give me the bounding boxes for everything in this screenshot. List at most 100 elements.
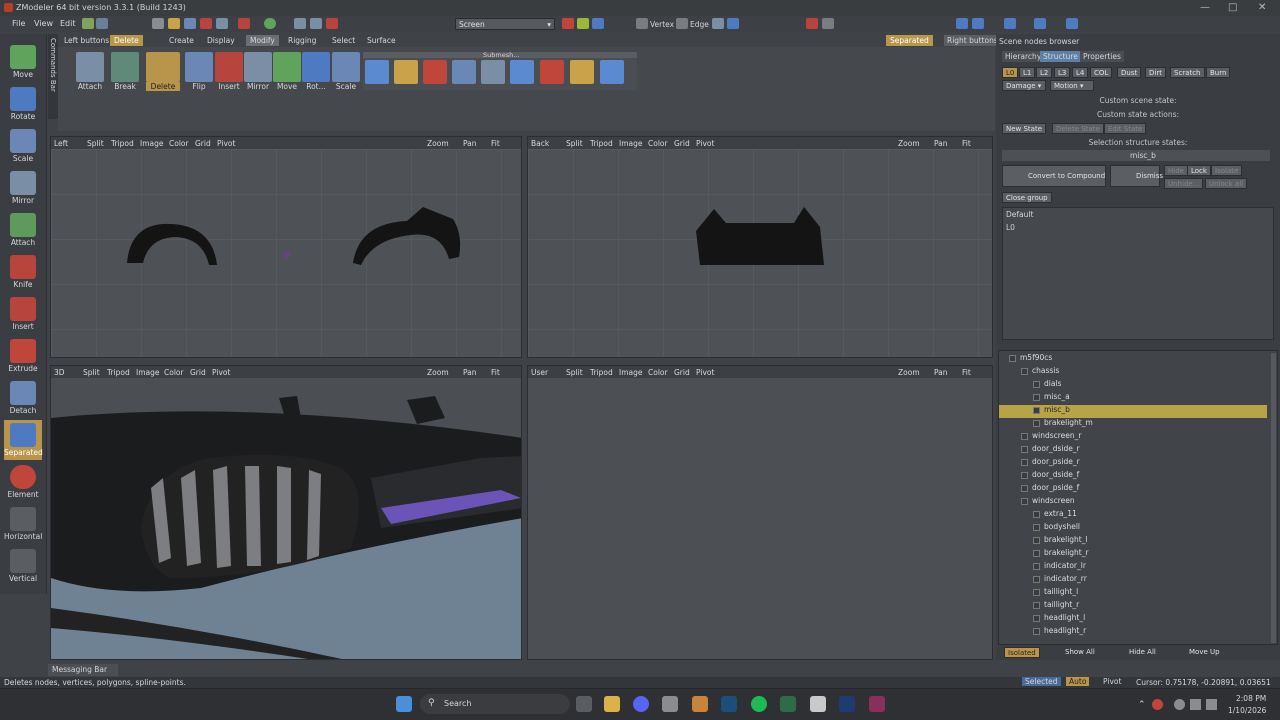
tab-display[interactable]: Display (207, 36, 235, 45)
tool-scale[interactable]: Scale (4, 126, 42, 166)
vp-fit[interactable]: Fit (962, 368, 971, 377)
battery-icon[interactable] (1206, 699, 1217, 710)
close-file-icon[interactable] (200, 18, 212, 29)
polygon-mode-icon[interactable] (712, 18, 724, 29)
export-icon[interactable] (238, 18, 250, 29)
task-view-icon[interactable] (576, 696, 592, 712)
pivot-indicator[interactable]: Pivot (1100, 677, 1124, 686)
vp-grid[interactable]: Grid (190, 368, 206, 377)
damage-dropdown[interactable]: Damage ▾ (1002, 80, 1046, 91)
auto-indicator[interactable]: Auto (1066, 677, 1090, 686)
tool-vertical[interactable]: Vertical (4, 546, 42, 586)
flip-button-label[interactable]: Flip (182, 82, 216, 91)
tab-create[interactable]: Create (169, 36, 194, 45)
menu-edit[interactable]: Edit (60, 19, 76, 28)
render-icon[interactable] (956, 18, 968, 29)
tool-mirror[interactable]: Mirror (4, 168, 42, 208)
tree-row[interactable]: door_pside_r (1021, 457, 1080, 470)
close-group-button[interactable]: Close group (1002, 192, 1052, 203)
viewport-back-title[interactable]: Back (531, 139, 549, 148)
messaging-bar[interactable]: Messaging Bar (48, 664, 118, 676)
vp-image[interactable]: Image (619, 368, 643, 377)
tab-modify[interactable]: Modify (246, 35, 279, 46)
convert-compound-button[interactable]: Convert to Compound (1002, 165, 1106, 187)
vp-tripod[interactable]: Tripod (590, 368, 613, 377)
tree-row[interactable]: bodyshell (1033, 522, 1080, 535)
expand-icon[interactable] (1033, 380, 1040, 388)
lock-button[interactable]: Lock (1187, 165, 1211, 176)
show-all-button[interactable]: Show All (1062, 647, 1098, 658)
tool-detach[interactable]: Detach (4, 378, 42, 418)
tree-row[interactable]: door_dside_r (1021, 444, 1080, 457)
app-icon-a[interactable] (692, 696, 708, 712)
state-list-item[interactable]: Default (1003, 208, 1273, 221)
tree-row-selected[interactable]: misc_b (999, 405, 1267, 418)
vp-zoom[interactable]: Zoom (898, 368, 920, 377)
state-l1[interactable]: L1 (1019, 67, 1036, 78)
tool-attach[interactable]: Attach (4, 210, 42, 250)
y-axis-icon[interactable] (577, 18, 589, 29)
tool-horizontal[interactable]: Horizontal (4, 504, 42, 544)
delete-icon[interactable] (326, 18, 338, 29)
scale-button-label[interactable]: Scale (329, 82, 363, 91)
element-mode-icon[interactable] (727, 18, 739, 29)
attach-icon[interactable] (76, 52, 104, 82)
menu-view[interactable]: View (34, 19, 53, 28)
delete-button-label[interactable]: Delete (146, 82, 180, 91)
vp-pivot[interactable]: Pivot (696, 368, 714, 377)
tray-icon[interactable] (1152, 699, 1163, 710)
tree-row[interactable]: door_pside_f (1021, 483, 1079, 496)
vp-split[interactable]: Split (566, 368, 583, 377)
expand-icon[interactable] (1009, 354, 1016, 362)
expand-icon[interactable] (1021, 497, 1028, 505)
viewport-user-canvas[interactable] (528, 378, 992, 659)
move-up-button[interactable]: Move Up (1186, 647, 1223, 658)
x-axis-icon[interactable] (562, 18, 574, 29)
expand-icon[interactable] (1021, 471, 1028, 479)
vp-pivot[interactable]: Pivot (212, 368, 230, 377)
maximize-icon[interactable]: □ (1228, 2, 1237, 13)
viewport-3d[interactable]: 3D Split Tripod Image Color Grid Pivot Z… (50, 365, 522, 660)
tool-element[interactable]: Element (4, 462, 42, 502)
toolbar-icon-2[interactable] (96, 18, 108, 29)
tab-delete[interactable]: Delete (110, 35, 143, 46)
undo-icon[interactable] (294, 18, 306, 29)
selected-indicator[interactable]: Selected (1022, 677, 1061, 686)
vp-color[interactable]: Color (169, 139, 189, 148)
vertex-mode-label[interactable]: Vertex (650, 20, 674, 29)
vp-grid[interactable]: Grid (674, 368, 690, 377)
clock-time[interactable]: 2:08 PM (1236, 694, 1266, 703)
tree-row[interactable]: indicator_lr (1033, 561, 1086, 574)
attach-button-label[interactable]: Attach (73, 82, 107, 91)
file-explorer-icon[interactable] (604, 696, 620, 712)
tree-row[interactable]: dials (1033, 379, 1061, 392)
tool-knife[interactable]: Knife (4, 252, 42, 292)
tree-row[interactable]: indicator_rr (1033, 574, 1087, 587)
submesh-weld-icon[interactable] (481, 60, 505, 84)
uv-icon[interactable] (1066, 18, 1078, 29)
submesh-paint-icon[interactable] (394, 60, 418, 84)
tool-insert[interactable]: Insert (4, 294, 42, 334)
delete-tool-icon[interactable] (146, 52, 180, 82)
vp-fit[interactable]: Fit (962, 139, 971, 148)
vp-pivot[interactable]: Pivot (217, 139, 235, 148)
vp-pan[interactable]: Pan (463, 139, 477, 148)
vp-pan[interactable]: Pan (934, 139, 948, 148)
state-burn[interactable]: Burn (1206, 67, 1231, 78)
snap-icon[interactable] (822, 18, 834, 29)
magnet-icon[interactable] (806, 18, 818, 29)
delete-state-button[interactable]: Delete State (1052, 123, 1104, 134)
tree-row[interactable]: windscreen_r (1021, 431, 1082, 444)
tool-extrude[interactable]: Extrude (4, 336, 42, 376)
state-col[interactable]: COL (1090, 67, 1113, 78)
menu-file[interactable]: File (12, 19, 25, 28)
vertex-mode-icon[interactable] (636, 18, 648, 29)
edge-mode-icon[interactable] (676, 18, 688, 29)
vp-pan[interactable]: Pan (934, 368, 948, 377)
tree-row[interactable]: windscreen (1021, 496, 1075, 509)
new-state-button[interactable]: New State (1002, 123, 1047, 134)
submesh-detach-icon[interactable] (452, 60, 476, 84)
tab-surface[interactable]: Surface (367, 36, 396, 45)
vp-color[interactable]: Color (164, 368, 184, 377)
submesh-uv-icon[interactable] (600, 60, 624, 84)
